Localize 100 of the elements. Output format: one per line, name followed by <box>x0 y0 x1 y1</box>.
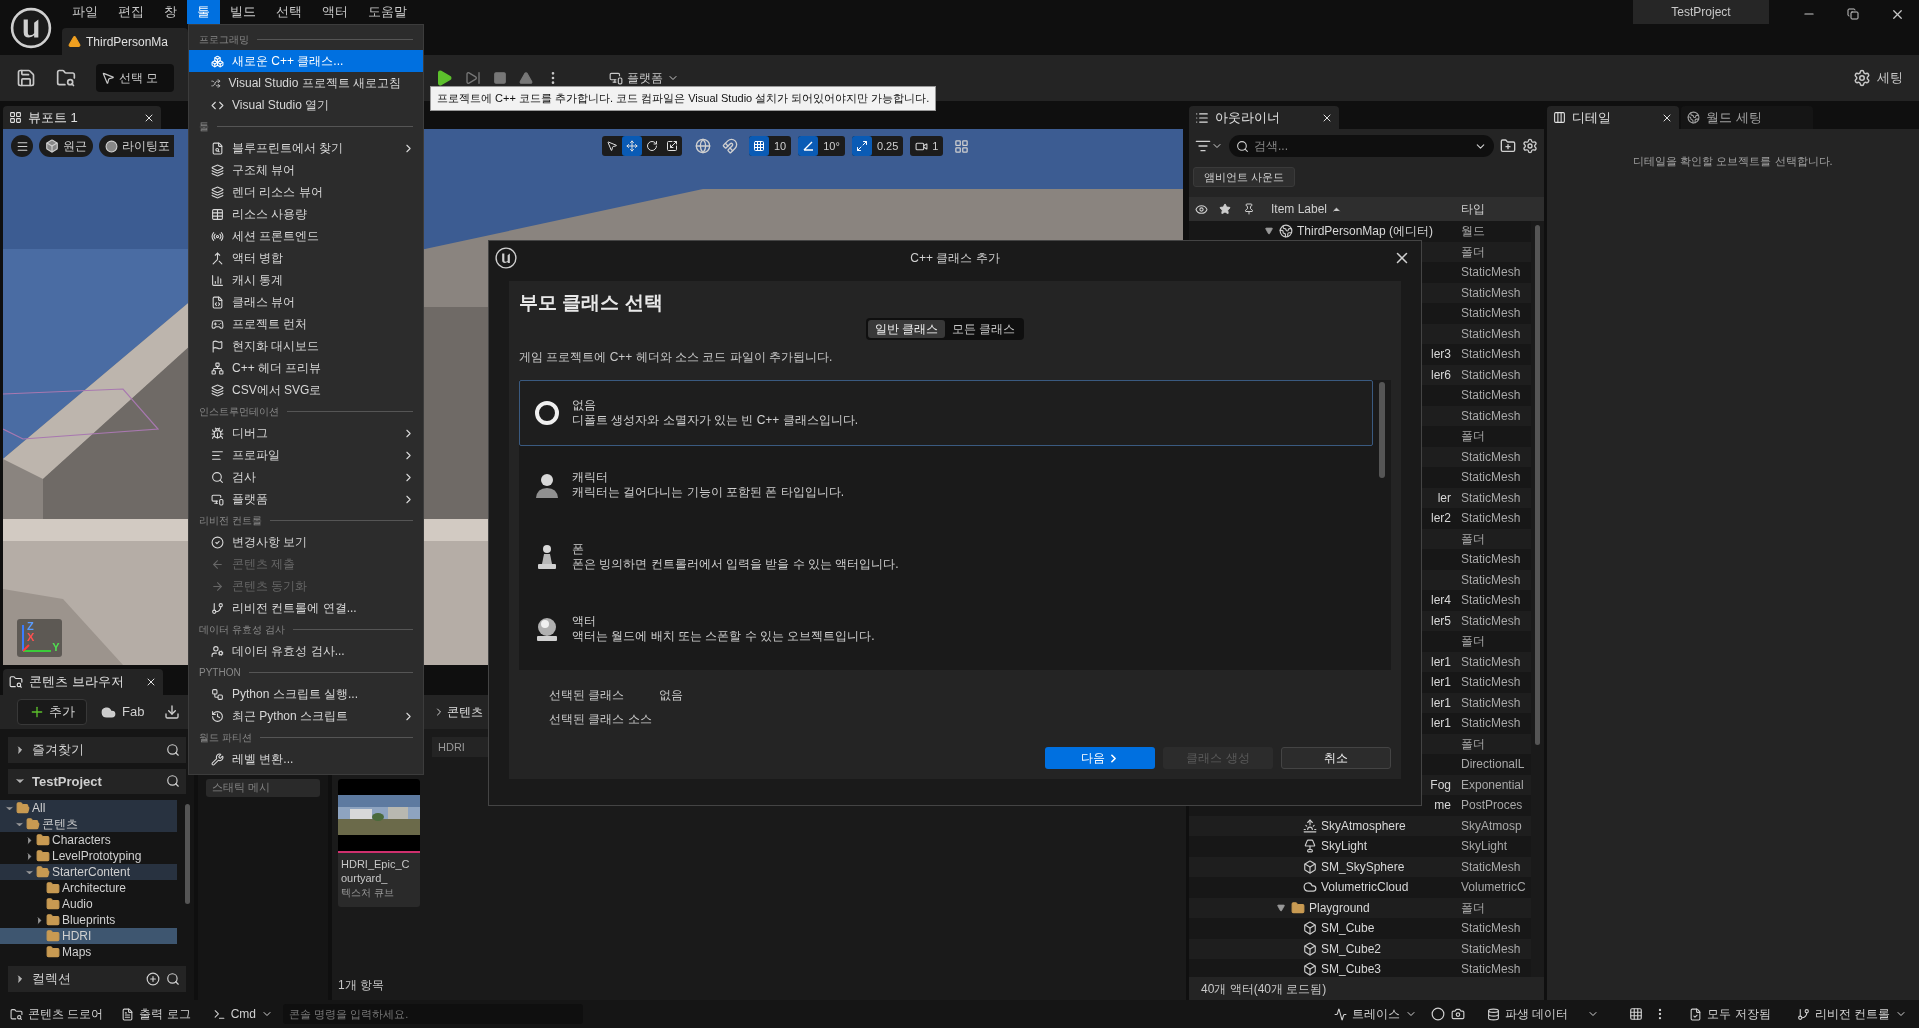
folder-item[interactable]: Architecture <box>0 880 177 896</box>
menu-item[interactable]: 액터 병합 <box>189 247 423 269</box>
caret-icon[interactable] <box>1265 227 1273 236</box>
menu-item[interactable]: 블루프린트에서 찾기 <box>189 137 423 159</box>
menu-item[interactable]: 리비전 컨트롤에 연결... <box>189 597 423 619</box>
class-option[interactable]: 폰 폰은 빙의하면 컨트롤러에서 입력을 받을 수 있는 액터입니다. <box>519 523 1373 590</box>
add-folder-icon[interactable] <box>1500 138 1516 154</box>
outliner-row[interactable]: Playground 폴더 <box>1189 897 1531 918</box>
dialog-button[interactable]: 취소 <box>1281 747 1391 769</box>
menu-item[interactable]: 창 <box>154 0 187 24</box>
eye-icon[interactable] <box>1194 202 1208 216</box>
menu-item[interactable]: 구조체 뷰어 <box>189 159 423 181</box>
save-status-button[interactable]: 모두 저장됨 <box>1683 1003 1777 1025</box>
folder-item[interactable]: All <box>0 800 177 816</box>
skip-icon[interactable] <box>465 70 481 86</box>
menu-item[interactable]: 편집 <box>108 0 154 24</box>
column-header[interactable]: 타입 <box>1457 200 1485 218</box>
import-icon[interactable] <box>164 704 181 720</box>
search-icon[interactable] <box>166 972 180 986</box>
menu-item[interactable]: 프로젝트 런처 <box>189 313 423 335</box>
save-icon[interactable] <box>16 68 36 88</box>
menu-item[interactable]: 리소스 사용량 <box>189 203 423 225</box>
section-header[interactable]: 컬렉션 <box>8 966 186 992</box>
menu-item[interactable]: 변경사항 보기 <box>189 531 423 553</box>
folder-item[interactable]: Blueprints <box>0 912 177 928</box>
menu-item[interactable]: 현지화 대시보드 <box>189 335 423 357</box>
grid-icon[interactable] <box>1629 1007 1644 1021</box>
menu-item[interactable]: 플랫폼 <box>189 488 423 510</box>
camera-icon[interactable] <box>1450 1007 1465 1021</box>
fab-button[interactable]: Fab <box>97 699 149 725</box>
class-option[interactable]: 액터 액터는 월드에 배치 또는 스폰할 수 있는 오브젝트입니다. <box>519 595 1373 662</box>
globe-icon[interactable] <box>695 138 711 154</box>
menu-item[interactable]: Visual Studio 열기 <box>189 94 423 116</box>
close-icon[interactable] <box>145 676 157 688</box>
folder-item[interactable]: Maps <box>0 944 177 960</box>
revision-control-button[interactable]: 리비전 컨트롤 <box>1790 1003 1913 1025</box>
menu-item[interactable]: 선택 <box>266 0 312 24</box>
outliner-row[interactable]: SkyAtmosphere SkyAtmosp <box>1189 815 1531 836</box>
breadcrumb-item[interactable]: 콘텐츠 <box>447 703 483 721</box>
menu-item[interactable]: 검사 <box>189 466 423 488</box>
menu-item[interactable]: 세션 프론트엔드 <box>189 225 423 247</box>
menu-item[interactable]: 최근 Python 스크립트 <box>189 705 423 727</box>
class-tab[interactable]: 모든 클래스 <box>945 319 1023 338</box>
menu-item[interactable]: Visual Studio 프로젝트 새로고침 <box>189 72 423 94</box>
content-browser-tab[interactable]: 콘텐츠 브라우저 <box>3 669 163 695</box>
angle-snap-icon[interactable] <box>798 136 819 156</box>
dialog-button[interactable]: 다음 <box>1045 747 1155 769</box>
pin-icon[interactable] <box>1243 203 1255 215</box>
filter-button[interactable] <box>1195 138 1223 154</box>
settings-icon[interactable] <box>1522 138 1538 154</box>
path-segment[interactable]: HDRI <box>438 738 465 756</box>
menu-item[interactable]: 레벨 변환... <box>189 748 423 770</box>
folder-item[interactable]: Characters <box>0 832 177 848</box>
menu-item[interactable]: Python 스크립트 실행... <box>189 683 423 705</box>
outliner-row[interactable]: SM_Cube2 StaticMesh <box>1189 938 1531 959</box>
browse-icon[interactable] <box>56 68 76 88</box>
scale-snap-icon[interactable] <box>851 136 872 156</box>
folder-item[interactable]: HDRI <box>0 928 177 944</box>
menu-item[interactable]: C++ 헤더 프리뷰 <box>189 357 423 379</box>
output-log-button[interactable]: 출력 로그 <box>115 1003 197 1025</box>
document-tab[interactable]: ThirdPersonMa <box>62 28 188 55</box>
menu-item[interactable]: 새로운 C++ 클래스... <box>189 50 423 72</box>
panel-tab[interactable]: 디테일 <box>1547 106 1679 129</box>
panel-tab[interactable]: 월드 세팅 <box>1681 106 1813 129</box>
column-header[interactable]: Item Label <box>1261 200 1457 218</box>
settings-button[interactable]: 세팅 <box>1847 64 1909 92</box>
grid-snap-icon[interactable] <box>749 136 769 156</box>
view-mode-button[interactable]: 원근 <box>39 135 93 157</box>
magnet-icon[interactable] <box>722 138 738 154</box>
class-option[interactable]: 없음 디폴트 생성자와 소멸자가 있는 빈 C++ 클래스입니다. <box>519 379 1373 446</box>
eject-icon[interactable] <box>519 71 533 85</box>
menu-item[interactable]: 액터 <box>312 0 358 24</box>
menu-item[interactable]: 렌더 리소스 뷰어 <box>189 181 423 203</box>
menu-item[interactable]: 프로파일 <box>189 444 423 466</box>
play-icon[interactable] <box>435 69 453 87</box>
move-icon[interactable] <box>622 136 642 156</box>
search-icon[interactable] <box>166 774 180 789</box>
content-drawer-button[interactable]: 콘텐츠 드로어 <box>4 1003 110 1025</box>
folder-item[interactable]: Audio <box>0 896 177 912</box>
outliner-tab[interactable]: 아웃라이너 <box>1189 106 1339 129</box>
menu-item[interactable]: 데이터 유효성 검사... <box>189 640 423 662</box>
class-option[interactable]: 캐릭터 캐릭터는 걸어다니는 기능이 포함된 폰 타입입니다. <box>519 451 1373 518</box>
section-header[interactable]: 즐겨찾기 <box>8 737 186 763</box>
record-icon[interactable] <box>1430 1007 1445 1021</box>
lighting-button[interactable]: 라이팅포 <box>99 135 174 157</box>
menu-item[interactable]: 디버그 <box>189 422 423 444</box>
folder-item[interactable]: 콘텐츠 <box>0 816 177 832</box>
add-icon[interactable] <box>146 972 160 986</box>
menu-item[interactable]: 클래스 뷰어 <box>189 291 423 313</box>
camera-speed-button[interactable]: 1 <box>910 136 944 156</box>
layout-icon[interactable] <box>954 138 970 154</box>
caret-icon[interactable] <box>1277 903 1285 912</box>
menu-item[interactable]: 빌드 <box>220 0 266 24</box>
search-field[interactable]: 검색... <box>1229 135 1494 157</box>
menu-item[interactable]: CSV에서 SVG로 <box>189 379 423 401</box>
section-header[interactable]: TestProject <box>8 768 186 794</box>
cmd-button[interactable]: Cmd <box>206 1003 280 1025</box>
asset-tile[interactable]: HDRI_Epic_Courtyard_ 텍스처 큐브 <box>338 779 420 907</box>
menu-item[interactable]: 파일 <box>62 0 108 24</box>
menu-item[interactable]: 툴 <box>187 0 220 24</box>
